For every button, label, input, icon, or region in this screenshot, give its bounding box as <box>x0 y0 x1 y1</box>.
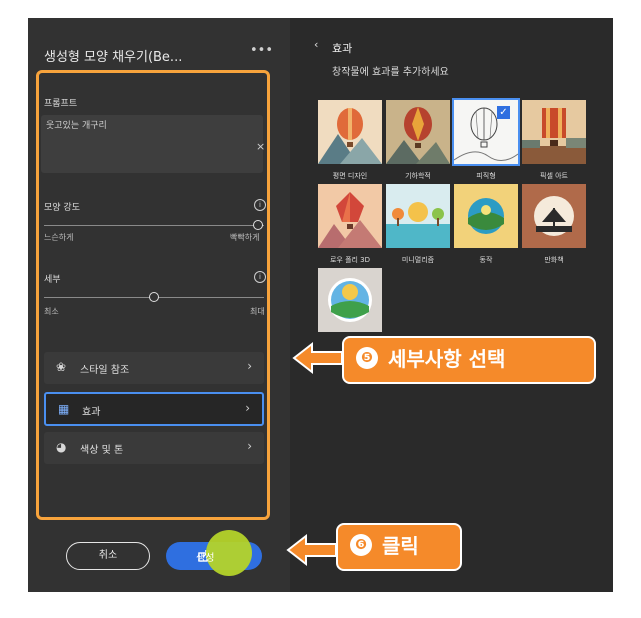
effect-thumb-geometric[interactable] <box>386 100 450 164</box>
shape-strength-min-label: 느슨하게 <box>44 233 74 242</box>
effect-thumb-low-poly-3d[interactable] <box>318 184 382 248</box>
detail-label: 세부 <box>44 275 61 285</box>
effect-caption-flat-design: 평면 디자인 <box>332 172 368 180</box>
cancel-button[interactable]: 취소 <box>66 542 150 570</box>
detail-max-label: 최대 <box>250 307 265 316</box>
detail-min-label: 최소 <box>44 307 59 316</box>
effect-caption-pixel-art: 픽셀 아트 <box>540 172 568 180</box>
effect-caption-minimalism: 미니멀리즘 <box>401 256 435 264</box>
shape-strength-max-label: 빡빡하게 <box>230 233 260 242</box>
effect-thumb-extra[interactable] <box>318 268 382 332</box>
shape-strength-label: 모양 강도 <box>44 203 80 213</box>
effects-icon: ▦ <box>58 402 70 416</box>
effects-panel-subtitle: 창작물에 효과를 추가하세요 <box>332 67 449 78</box>
effects-row[interactable]: ▦ 효과 › <box>44 392 264 426</box>
prompt-value: 웃고있는 개구리 <box>46 121 107 131</box>
step6-number: ❻ <box>350 534 372 556</box>
style-reference-label: 스타일 참조 <box>80 365 130 376</box>
callout-arrow-icon <box>292 341 343 375</box>
step5-callout: ❺ 세부사항 선택 <box>342 336 596 384</box>
effect-thumb-comic-book[interactable] <box>522 184 586 248</box>
color-tone-row[interactable]: ◕ 색상 및 톤 › <box>44 432 264 464</box>
effect-caption-motion: 동작 <box>479 256 493 264</box>
selected-check-icon: ✓ <box>497 106 510 119</box>
chevron-right-icon: › <box>247 439 252 453</box>
step5-text: 세부사항 선택 <box>388 347 506 371</box>
more-options-button[interactable]: ••• <box>250 43 273 58</box>
effect-caption-sketch: 피직형 <box>476 172 496 180</box>
prompt-label: 프롬프트 <box>44 99 78 109</box>
effect-caption-comic-book: 만화책 <box>544 256 564 264</box>
effect-thumb-flat-design[interactable] <box>318 100 382 164</box>
panel-title: 생성형 모양 채우기(Be... <box>44 50 183 65</box>
shape-strength-info-icon[interactable]: i <box>254 199 266 211</box>
detail-slider-handle[interactable] <box>148 292 159 302</box>
color-tone-icon: ◕ <box>56 440 67 454</box>
effect-thumb-minimalism[interactable] <box>386 184 450 248</box>
effects-label: 효과 <box>82 407 101 418</box>
effect-thumb-motion[interactable] <box>454 184 518 248</box>
chevron-right-icon: › <box>245 401 250 415</box>
effect-caption-geometric: 기하학적 <box>405 172 431 180</box>
effect-caption-low-poly-3d: 로우 폴리 3D <box>329 256 371 264</box>
step5-number: ❺ <box>356 347 378 369</box>
style-reference-row[interactable]: ❀ 스타일 참조 › <box>44 352 264 384</box>
effect-thumb-pixel-art[interactable] <box>522 100 586 164</box>
back-chevron-icon[interactable]: ‹ <box>314 38 318 51</box>
style-reference-icon: ❀ <box>56 360 67 374</box>
chevron-right-icon: › <box>247 359 252 373</box>
shape-strength-slider-track[interactable] <box>44 225 264 226</box>
step6-callout: ❻ 클릭 <box>336 523 462 571</box>
step6-text: 클릭 <box>382 534 419 558</box>
generate-label: 생성 <box>196 553 215 564</box>
color-tone-label: 색상 및 톤 <box>80 445 124 456</box>
detail-info-icon[interactable]: i <box>254 271 266 283</box>
callout-arrow-icon <box>286 533 337 567</box>
effects-panel-title: 효과 <box>332 42 353 55</box>
clear-prompt-button[interactable]: × <box>256 140 265 153</box>
shape-strength-slider-handle[interactable] <box>253 220 263 230</box>
